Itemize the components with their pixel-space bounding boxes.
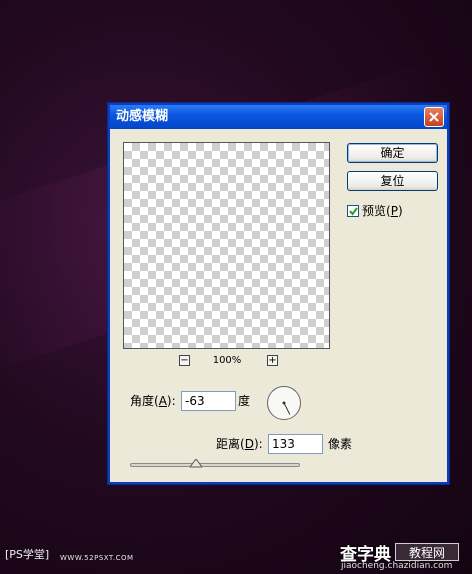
plus-icon: + [268, 355, 277, 366]
checkmark-icon [349, 207, 358, 216]
close-button[interactable] [424, 107, 444, 127]
angle-input[interactable]: -63 [181, 391, 236, 411]
ok-button[interactable]: 确定 [347, 143, 438, 163]
motion-blur-dialog: 动感模糊 − 100% + 确定 复位 预览(P) 角度(A): -63 度 距… [108, 103, 449, 484]
distance-slider-track[interactable] [130, 463, 300, 467]
dialog-titlebar[interactable]: 动感模糊 [110, 105, 447, 129]
ps-school-logo: [PS学堂] [5, 548, 50, 561]
distance-label: 距离(D): [216, 437, 263, 451]
angle-dial-needle-icon [282, 401, 291, 415]
zoom-controls: − 100% + [123, 355, 330, 369]
checkbox-box[interactable] [347, 205, 359, 217]
distance-unit: 像素 [328, 437, 353, 451]
preview-checkbox[interactable]: 预览(P) [347, 204, 403, 218]
preview-canvas[interactable] [123, 142, 330, 349]
ps-school-url: WWW.52PSXT.COM [60, 554, 134, 562]
chazidian-url: jiaocheng.chazidian.com [341, 561, 453, 571]
zoom-level: 100% [212, 355, 242, 366]
angle-label: 角度(A): [130, 394, 176, 408]
tutorial-badge: 教程网 [395, 543, 459, 561]
distance-slider-thumb[interactable] [190, 459, 203, 469]
close-icon [429, 112, 439, 122]
reset-button[interactable]: 复位 [347, 171, 438, 191]
zoom-out-button[interactable]: − [179, 355, 190, 366]
dialog-title: 动感模糊 [116, 109, 169, 124]
preview-label: 预览(P) [362, 204, 403, 218]
angle-unit: 度 [238, 394, 251, 408]
zoom-in-button[interactable]: + [267, 355, 278, 366]
angle-dial[interactable] [267, 386, 301, 420]
minus-icon: − [180, 355, 189, 366]
distance-input[interactable]: 133 [268, 434, 323, 454]
